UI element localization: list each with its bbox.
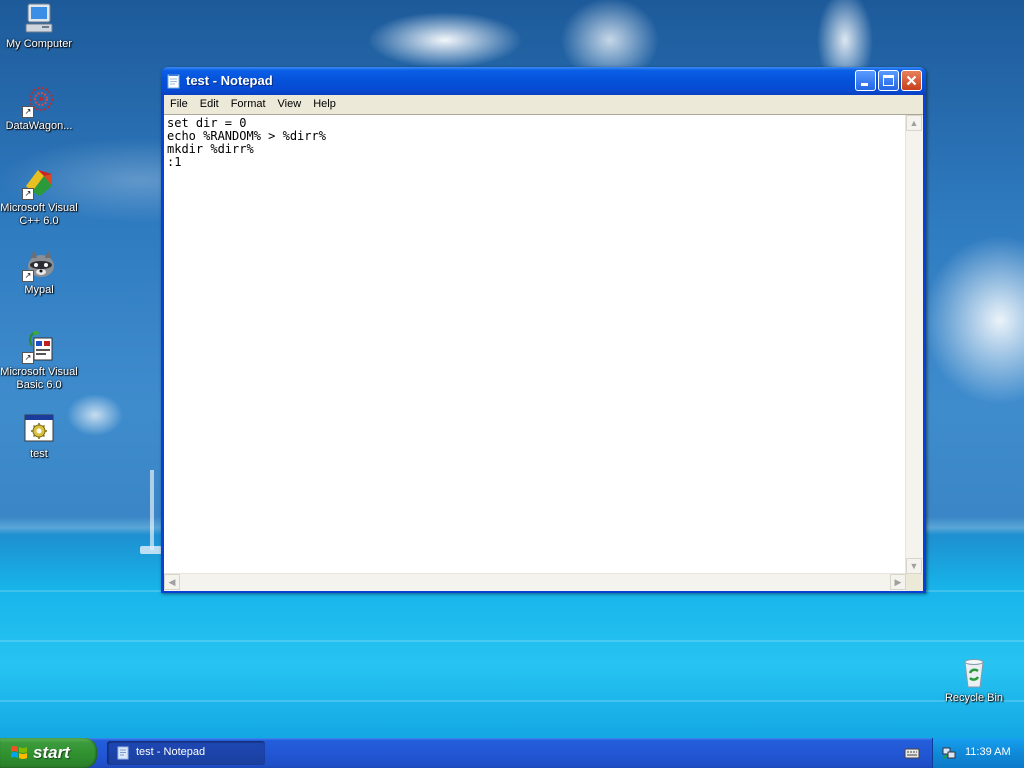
desktop-icon-visual-cpp[interactable]: ↗ Microsoft Visual C++ 6.0: [0, 166, 78, 228]
recycle-bin-icon: [957, 656, 991, 690]
desktop-icon-label: Microsoft Visual C++ 6.0: [0, 202, 78, 227]
resize-grip[interactable]: [906, 574, 923, 591]
system-tray: 11:39 AM: [932, 738, 1024, 768]
menu-file[interactable]: File: [164, 95, 194, 114]
desktop-icon-label: Mypal: [24, 284, 54, 296]
datawagon-icon: ↗: [22, 84, 56, 118]
menu-bar: File Edit Format View Help: [164, 95, 923, 114]
clock[interactable]: 11:39 AM: [965, 746, 1011, 758]
shortcut-arrow-icon: ↗: [22, 270, 34, 282]
keyboard-icon[interactable]: [904, 746, 920, 760]
taskbar-item-label: test - Notepad: [136, 746, 206, 758]
maximize-button[interactable]: [878, 70, 899, 91]
shortcut-arrow-icon: ↗: [22, 106, 34, 118]
desktop-icon-datawagon[interactable]: ↗ DataWagon...: [0, 84, 78, 133]
menu-edit[interactable]: Edit: [194, 95, 225, 114]
minimize-button[interactable]: [855, 70, 876, 91]
menu-format[interactable]: Format: [225, 95, 272, 114]
desktop-icon-label: My Computer: [5, 38, 73, 50]
desktop-icon-label: DataWagon...: [5, 120, 73, 132]
raccoon-icon: ↗: [22, 248, 56, 282]
scroll-right-button[interactable]: ▶: [890, 574, 906, 590]
notepad-icon: [117, 746, 129, 760]
visual-cpp-icon: ↗: [22, 166, 56, 200]
minimize-icon: [861, 83, 868, 86]
sailboat-decoration: [140, 470, 162, 560]
window-titlebar[interactable]: test - Notepad: [161, 67, 926, 95]
batch-file-icon: [22, 412, 56, 446]
desktop: My Computer ↗ DataWagon... ↗ Microsoft V…: [0, 0, 1024, 738]
start-label: start: [33, 743, 70, 762]
horizontal-scrollbar[interactable]: ◀ ▶: [164, 573, 906, 591]
close-button[interactable]: [901, 70, 922, 91]
menu-view[interactable]: View: [272, 95, 308, 114]
notepad-window[interactable]: test - Notepad File Edit Format View Help se…: [161, 67, 926, 593]
visual-basic-icon: ↗: [22, 330, 56, 364]
editor-content[interactable]: set dir = 0 echo %RANDOM% > %dirr% mkdir…: [167, 117, 903, 169]
vertical-scrollbar[interactable]: ▲ ▼: [905, 115, 923, 574]
scroll-up-button[interactable]: ▲: [906, 115, 922, 131]
shortcut-arrow-icon: ↗: [22, 188, 34, 200]
close-icon: [906, 75, 917, 86]
start-button[interactable]: start: [0, 738, 97, 768]
network-icon[interactable]: [942, 746, 956, 760]
desktop-icon-label: Recycle Bin: [944, 692, 1004, 704]
sea-highlight: [0, 700, 1024, 702]
desktop-icon-recycle-bin[interactable]: Recycle Bin: [935, 656, 1013, 705]
sea-highlight: [0, 640, 1024, 642]
shortcut-arrow-icon: ↗: [22, 352, 34, 364]
desktop-icon-label: Microsoft Visual Basic 6.0: [0, 366, 78, 391]
desktop-icon-my-computer[interactable]: My Computer: [0, 2, 78, 51]
desktop-icon-mypal[interactable]: ↗ Mypal: [0, 248, 78, 297]
window-title: test - Notepad: [186, 73, 273, 88]
taskbar-item-notepad[interactable]: test - Notepad: [107, 741, 265, 765]
desktop-icon-test[interactable]: test: [0, 412, 78, 461]
maximize-icon: [883, 75, 894, 86]
taskbar: start test - Notepad 11:39 AM: [0, 738, 1024, 768]
menu-help[interactable]: Help: [307, 95, 342, 114]
notepad-icon: [167, 73, 181, 89]
computer-icon: [22, 2, 56, 36]
desktop-icon-visual-basic[interactable]: ↗ Microsoft Visual Basic 6.0: [0, 330, 78, 392]
desktop-icon-label: test: [30, 448, 48, 460]
windows-flag-icon: [10, 745, 28, 761]
text-editor[interactable]: set dir = 0 echo %RANDOM% > %dirr% mkdir…: [164, 114, 923, 591]
scroll-left-button[interactable]: ◀: [164, 574, 180, 590]
scroll-down-button[interactable]: ▼: [906, 558, 922, 574]
